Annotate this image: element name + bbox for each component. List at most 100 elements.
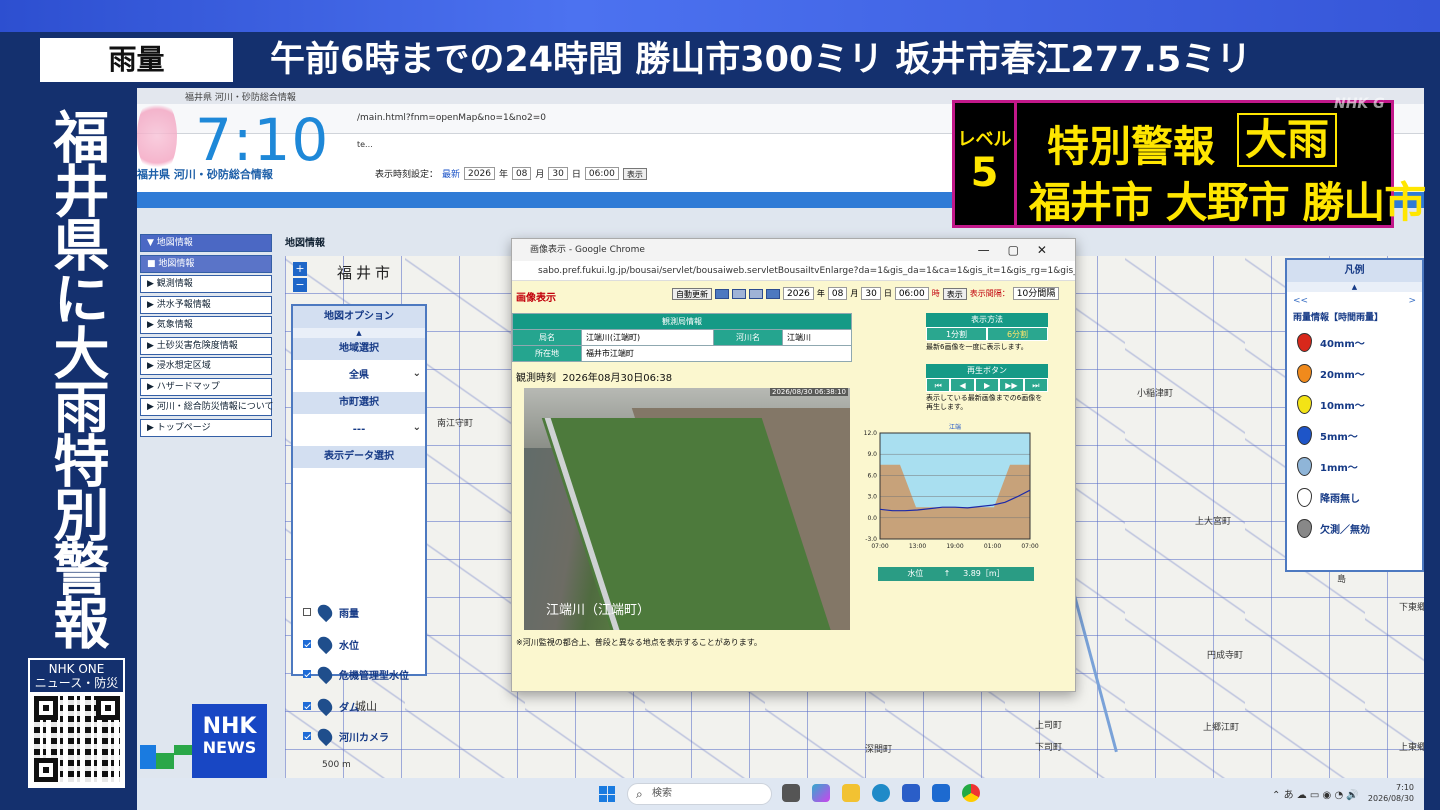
browser-tab-title[interactable]: 福井県 河川・砂防総合情報 [185, 90, 296, 103]
latest-link[interactable]: 最新 [442, 167, 460, 180]
nav-item[interactable]: ▶ ハザードマップ [140, 377, 272, 396]
layer-checkbox[interactable] [303, 702, 311, 710]
time-select[interactable]: 06:00 [584, 167, 619, 180]
system-tray[interactable]: ⌃ あ ☁ ▭ ◉ ◔ 🔊 [1272, 786, 1359, 801]
data-layer-option[interactable]: 水位 [303, 633, 359, 655]
nav-item[interactable]: ▶ 浸水想定区域 [140, 357, 272, 375]
legend-item: 欠測／無効 [1287, 513, 1422, 544]
auto-update-button[interactable]: 自動更新 [672, 287, 712, 300]
warning-level-number: 5 [970, 150, 999, 196]
edge-icon[interactable] [872, 784, 890, 802]
file-explorer-icon[interactable] [842, 784, 860, 802]
rain-drop-icon [1297, 519, 1312, 538]
data-layer-option[interactable]: ダム [303, 695, 359, 717]
popup-title: 画像表示 - Google Chrome [530, 245, 645, 255]
split1-button[interactable]: 1分割 [926, 327, 987, 341]
play-last-icon[interactable]: ⏭ [1023, 378, 1049, 392]
layer-checkbox[interactable] [303, 608, 311, 616]
zoom-out-button[interactable]: − [293, 278, 307, 292]
nav-item[interactable]: ▼ 地図情報 [140, 234, 272, 252]
legend-item: 1mm〜 [1287, 451, 1422, 482]
url-fragment: te... [357, 140, 373, 149]
map-place-label: 福井市 [337, 264, 395, 282]
play-next-icon[interactable]: ▶▶ [999, 378, 1024, 392]
legend-item: 40mm〜 [1287, 327, 1422, 358]
zoom-in-button[interactable]: + [293, 262, 307, 276]
first-frame-button[interactable] [715, 288, 729, 299]
last-frame-button[interactable] [766, 288, 780, 299]
next-frame-button[interactable] [749, 288, 763, 299]
nav-item[interactable]: ▶ 観測情報 [140, 275, 272, 293]
location-label: 所在地 [512, 345, 582, 362]
start-button-icon[interactable] [599, 786, 615, 802]
data-layer-option[interactable]: 河川カメラ [303, 725, 389, 747]
chrome-icon[interactable] [962, 784, 980, 802]
map-options-title: 地図オプション [293, 306, 425, 328]
ime-indicator[interactable]: あ [1284, 790, 1294, 801]
nav-item[interactable]: ▶ トップページ [140, 418, 272, 437]
browser-url[interactable]: /main.html?fnm=openMap&no=1&no2=0 [357, 113, 546, 123]
legend-prev-button[interactable]: << [1293, 296, 1308, 306]
mail-icon[interactable] [932, 784, 950, 802]
layer-label: ダム [339, 702, 359, 714]
water-level-chart: -3.0 0.0 3.0 6.0 9.0 12.0 07:00 13:00 19:00 01:00… [864, 423, 1039, 550]
play-first-icon[interactable]: ⏮ [926, 378, 951, 392]
day-unit: 日 [571, 170, 581, 180]
site-logo: 福井県 河川・砂防総合情報 [137, 168, 273, 181]
taskbar-icons [782, 784, 980, 802]
split6-button[interactable]: 6分割 [987, 327, 1048, 341]
chart-x-tick-label: 19:00 [946, 543, 963, 550]
chart-x-tick-label: 13:00 [909, 543, 926, 550]
layer-label: 河川カメラ [339, 732, 389, 744]
nav-item[interactable]: ■ 地図情報 [140, 254, 272, 273]
play-prev-icon[interactable]: ◀ [950, 378, 975, 392]
popup-time-select[interactable]: 06:00 [894, 287, 929, 300]
data-layer-option[interactable]: 雨量 [303, 601, 359, 623]
nhk-one-qr-box: NHK ONE ニュース・防災 [28, 658, 125, 788]
collapse-arrow-icon[interactable]: ▲ [1287, 282, 1422, 292]
map-label: 下司町 [1035, 743, 1063, 753]
prev-frame-button[interactable] [732, 288, 746, 299]
store-icon[interactable] [902, 784, 920, 802]
channel-logo [140, 745, 192, 769]
display-method-panel: 表示方法 1分割 6分割 最新6画像を一度に表示します。 再生ボタン ⏮ ◀ ▶… [926, 313, 1049, 414]
station-info-header: 観測局情報 [512, 313, 852, 330]
layer-checkbox[interactable] [303, 732, 311, 740]
popup-url[interactable]: sabo.pref.fukui.lg.jp/bousai/servlet/bou… [512, 261, 1075, 281]
play-icon[interactable]: ▶ [974, 378, 1000, 392]
interval-select[interactable]: 10分間隔 [1012, 287, 1060, 300]
popup-month-select[interactable]: 08 [827, 287, 848, 300]
data-layer-option[interactable]: 危機管理型水位 [303, 663, 409, 685]
month-select[interactable]: 08 [511, 167, 532, 180]
collapse-arrow-icon[interactable]: ▲ [293, 328, 425, 338]
popup-day-select[interactable]: 30 [861, 287, 881, 300]
water-level-arrow-icon: ↑ [943, 569, 951, 578]
layer-checkbox[interactable] [303, 640, 311, 648]
nav-item[interactable]: ▶ 河川・総合防災情報について [140, 398, 274, 416]
day-select[interactable]: 30 [548, 167, 568, 180]
obs-time-value: 2026年08月30日06:38 [562, 373, 673, 384]
river-name-value: 江端川 [782, 329, 852, 346]
city-select[interactable]: --- [293, 412, 425, 446]
nav-item[interactable]: ▶ 気象情報 [140, 316, 272, 334]
right-edge [1424, 88, 1440, 810]
popup-show-button[interactable]: 表示 [942, 287, 967, 300]
legend-next-button[interactable]: > [1408, 296, 1416, 306]
playback-desc: 表示している最新画像までの6画像を再生します。 [926, 394, 1043, 411]
window-controls[interactable]: —▢✕ [978, 239, 1065, 261]
popup-year-select[interactable]: 2026 [783, 287, 814, 300]
layer-checkbox[interactable] [303, 670, 311, 678]
camera-timestamp: 2026/08/30 06:38:10 [769, 388, 848, 396]
task-view-icon[interactable] [782, 784, 800, 802]
taskbar-clock[interactable]: 7:10 2026/08/30 [1368, 782, 1414, 804]
taskbar-search[interactable]: 検索 [627, 783, 772, 805]
nav-item[interactable]: ▶ 洪水予報情報 [140, 295, 272, 314]
copilot-icon[interactable] [812, 784, 830, 802]
year-select[interactable]: 2026 [464, 167, 495, 180]
region-select[interactable]: 全県 [293, 358, 425, 392]
qr-code-icon [33, 696, 120, 782]
headline-bar: 雨量 午前6時までの24時間 勝山市300ミリ 坂井市春江277.5ミリ [0, 32, 1440, 88]
display-button[interactable]: 表示 [622, 167, 647, 180]
rain-drop-icon [1297, 333, 1312, 352]
nav-item[interactable]: ▶ 土砂災害危険度情報 [140, 336, 272, 355]
